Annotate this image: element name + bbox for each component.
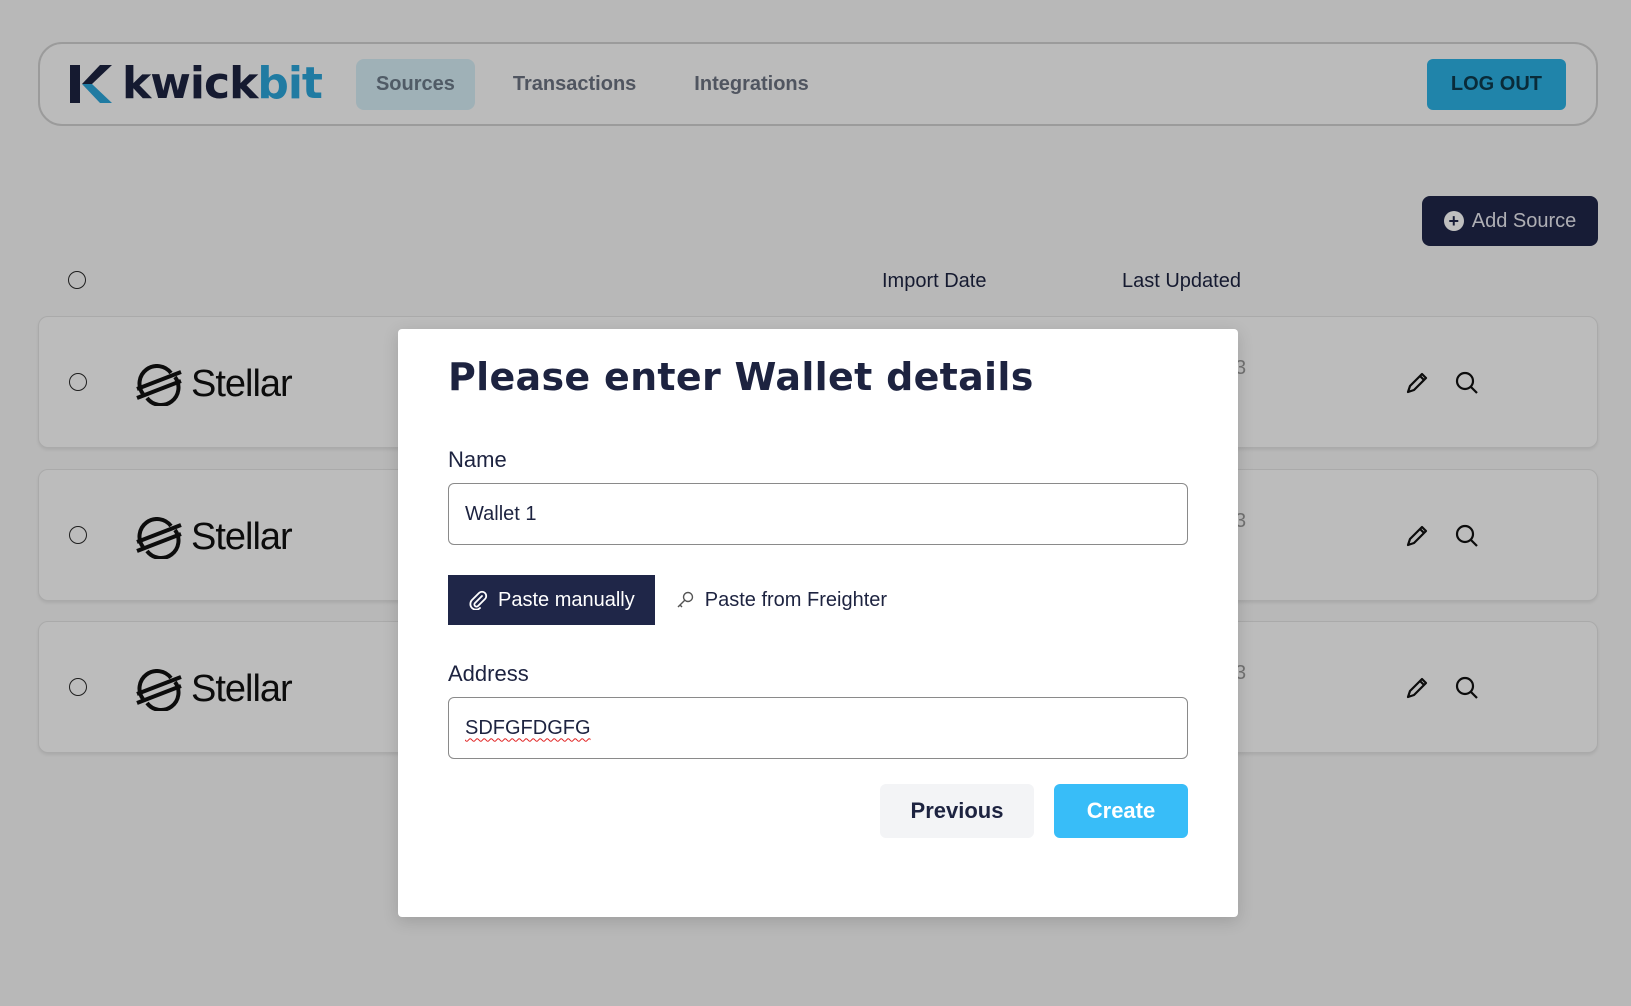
- name-input-value: Wallet 1: [465, 502, 537, 525]
- address-label: Address: [448, 661, 529, 686]
- paste-from-freighter-button[interactable]: Paste from Freighter: [675, 589, 887, 612]
- address-input-value: SDFGFDGFG: [465, 716, 591, 739]
- key-icon: [677, 591, 693, 608]
- name-label: Name: [448, 447, 507, 472]
- name-input[interactable]: Wallet 1: [448, 483, 1188, 545]
- paste-manually-button[interactable]: Paste manually: [448, 575, 655, 625]
- create-button[interactable]: Create: [1054, 784, 1188, 838]
- paperclip-icon: [469, 590, 488, 610]
- paste-from-freighter-label: Paste from Freighter: [704, 588, 888, 611]
- address-input[interactable]: SDFGFDGFG: [448, 697, 1188, 759]
- paste-manually-label: Paste manually: [498, 588, 635, 611]
- modal-title: Please enter Wallet details: [448, 355, 1034, 399]
- paste-mode-toggle: Paste manually Paste from Freighter: [448, 575, 1188, 625]
- previous-button[interactable]: Previous: [880, 784, 1034, 838]
- modal-actions: Previous Create: [880, 784, 1188, 838]
- wallet-details-modal: Please enter Wallet details Name Wallet …: [398, 329, 1238, 917]
